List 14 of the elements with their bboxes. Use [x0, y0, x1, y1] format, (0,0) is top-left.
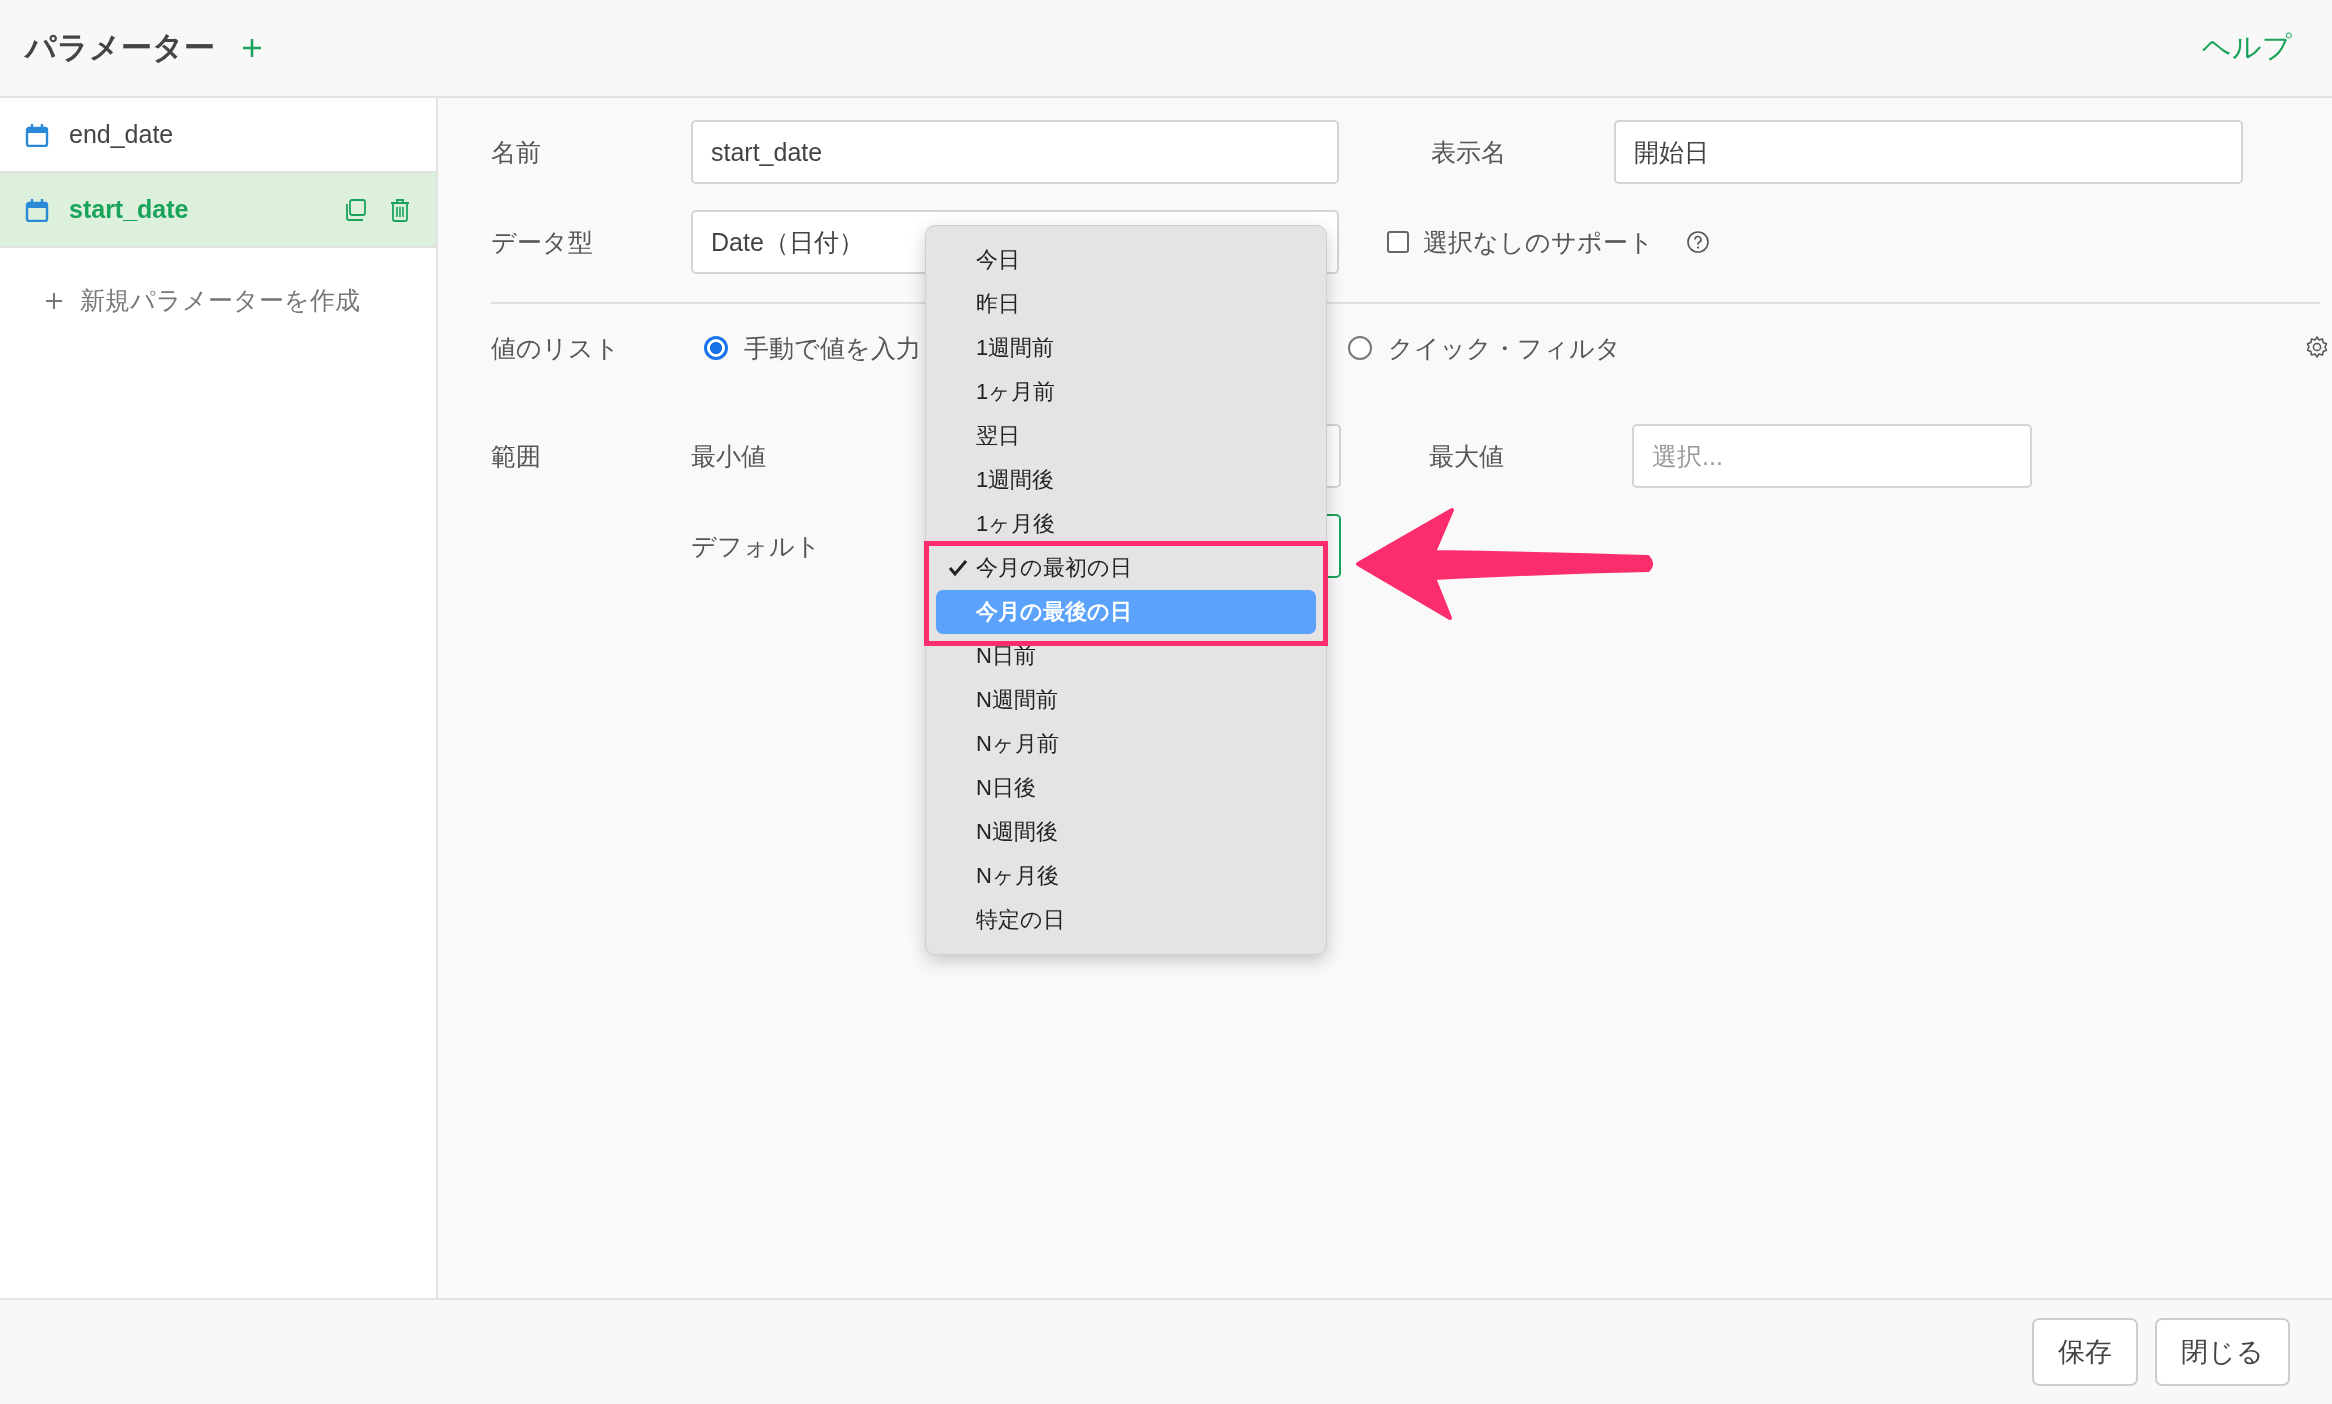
field-label: データ型 [491, 226, 594, 258]
field-label: 最大値 [1429, 440, 1505, 472]
field-label: デフォルト [691, 530, 822, 562]
parameter-name: end_date [69, 120, 175, 149]
parameter-name: start_date [69, 195, 190, 224]
radio-label: 手動で値を入力 [744, 332, 921, 364]
field-label: 値のリスト [491, 332, 621, 364]
field-label: 範囲 [491, 440, 542, 472]
radio-label: クイック・フィルタ [1388, 332, 1621, 364]
field-label: 表示名 [1431, 136, 1507, 168]
field-label: 最小値 [691, 440, 767, 472]
checkbox-label: 選択なしのサポート [1423, 226, 1654, 258]
field-label: 名前 [491, 136, 542, 168]
panel-title: パラメーター [25, 29, 215, 67]
